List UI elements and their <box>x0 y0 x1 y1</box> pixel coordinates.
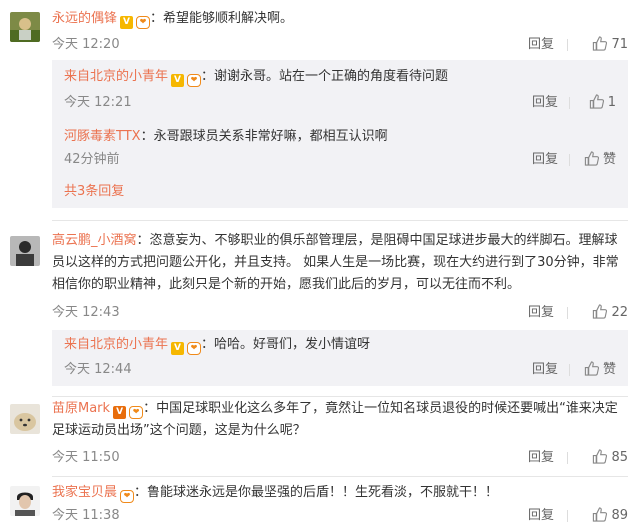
timestamp: 今天 12:44 <box>64 362 132 377</box>
fan-badge-icon: ❤ <box>120 490 135 503</box>
reply-text: ：永哥跟球员关系非常好嘛，都相互认识啊 <box>140 129 388 144</box>
comment-text: ：中国足球职业化这么多年了，竟然让一位知名球员退役的时候还要喊出“谁来决定 <box>143 401 618 416</box>
vip-badge-icon: V <box>171 342 185 355</box>
like-button[interactable]: 赞 <box>574 150 616 170</box>
replies-box: 来自北京的小青年 V ❤ ：谢谢永哥。站在一个正确的角度看待问题 今天 12:21 回… <box>52 60 628 208</box>
thumbs-up-icon <box>593 507 608 522</box>
like-button[interactable]: 71 <box>572 35 628 55</box>
like-count: 89 <box>611 508 628 523</box>
divider <box>52 220 628 221</box>
divider <box>569 97 570 109</box>
like-button[interactable]: 85 <box>572 448 628 468</box>
timestamp: 今天 11:50 <box>52 450 120 465</box>
thumbs-up-icon <box>593 449 608 464</box>
avatar[interactable] <box>10 486 40 516</box>
timestamp: 今天 12:20 <box>52 37 120 52</box>
vip-badge-icon: V <box>171 74 185 87</box>
reply-button[interactable]: 回复 <box>532 150 558 170</box>
username[interactable]: 河豚毒素TTX <box>64 129 141 144</box>
fan-badge-icon: ❤ <box>187 74 202 87</box>
comment-text-line: 相信你的职业精神，此刻只是个新的开始，愿我们此后的岁月，可以无往而不利。 <box>52 277 521 292</box>
thumbs-up-icon <box>584 151 599 166</box>
more-replies-link[interactable]: 共3条回复 <box>64 182 124 202</box>
username[interactable]: 永远的偶锋 <box>52 11 117 26</box>
vip-badge-icon: V <box>120 16 134 29</box>
comment-text-line: 足球运动员出场”这个问题，这是为什么呢？ <box>52 423 306 438</box>
reply-text: ：哈哈。好哥们，发小情谊呀 <box>201 337 371 352</box>
thumbs-up-icon <box>589 94 604 109</box>
divider <box>567 452 568 464</box>
fan-badge-icon: ❤ <box>187 342 202 355</box>
like-button[interactable]: 1 <box>574 93 616 113</box>
divider <box>52 396 628 397</box>
like-count: 85 <box>611 450 628 465</box>
divider <box>567 39 568 51</box>
reply-button[interactable]: 回复 <box>528 506 554 526</box>
reply-button[interactable]: 回复 <box>532 93 558 113</box>
divider <box>567 307 568 319</box>
username[interactable]: 苗原Mark <box>52 401 110 416</box>
comment-text-line: 员以这样的方式把问题公开化，并且支持。 如果人生是一场比赛，现在大约进行到了30… <box>52 255 619 270</box>
like-button[interactable]: 89 <box>572 506 628 526</box>
reply-button[interactable]: 回复 <box>528 448 554 468</box>
reply-text: ：谢谢永哥。站在一个正确的角度看待问题 <box>201 69 449 84</box>
username[interactable]: 高云鹏_小酒窝 <box>52 233 137 248</box>
divider <box>569 154 570 166</box>
thumbs-up-icon <box>584 361 599 376</box>
reply-button[interactable]: 回复 <box>528 35 554 55</box>
like-count: 71 <box>611 37 628 52</box>
like-label: 赞 <box>602 152 616 167</box>
reply-button[interactable]: 回复 <box>532 360 558 380</box>
fan-badge-icon: ❤ <box>136 16 151 29</box>
divider <box>567 510 568 522</box>
comment-text: ：鲁能球迷永远是你最坚强的后盾！！生死看淡，不服就干！！ <box>134 485 499 500</box>
like-button[interactable]: 赞 <box>574 360 616 380</box>
like-count: 1 <box>607 95 616 110</box>
username[interactable]: 我家宝贝晨 <box>52 485 117 500</box>
timestamp: 今天 12:43 <box>52 305 120 320</box>
username[interactable]: 来自北京的小青年 <box>64 69 168 84</box>
thumbs-up-icon <box>593 36 608 51</box>
divider <box>52 476 628 477</box>
username[interactable]: 来自北京的小青年 <box>64 337 168 352</box>
reply-button[interactable]: 回复 <box>528 303 554 323</box>
avatar[interactable] <box>10 12 40 42</box>
timestamp: 今天 12:21 <box>64 95 132 110</box>
divider <box>569 364 570 376</box>
avatar[interactable] <box>10 236 40 266</box>
timestamp: 42分钟前 <box>64 152 120 167</box>
avatar[interactable] <box>10 404 40 434</box>
thumbs-up-icon <box>593 304 608 319</box>
comment-text: ：希望能够顺利解决啊。 <box>150 11 294 26</box>
like-label: 赞 <box>602 362 616 377</box>
fan-badge-icon: ❤ <box>129 406 144 419</box>
like-count: 22 <box>611 305 628 320</box>
replies-box: 来自北京的小青年 V ❤ ：哈哈。好哥们，发小情谊呀 今天 12:44 回复 赞 <box>52 330 628 386</box>
timestamp: 今天 11:38 <box>52 508 120 523</box>
comment-text: ：恣意妄为、不够职业的俱乐部管理层，是阻碍中国足球进步最大的绊脚石。理解球 <box>136 233 618 248</box>
like-button[interactable]: 22 <box>572 303 628 323</box>
verified-badge-icon: V <box>113 406 127 419</box>
